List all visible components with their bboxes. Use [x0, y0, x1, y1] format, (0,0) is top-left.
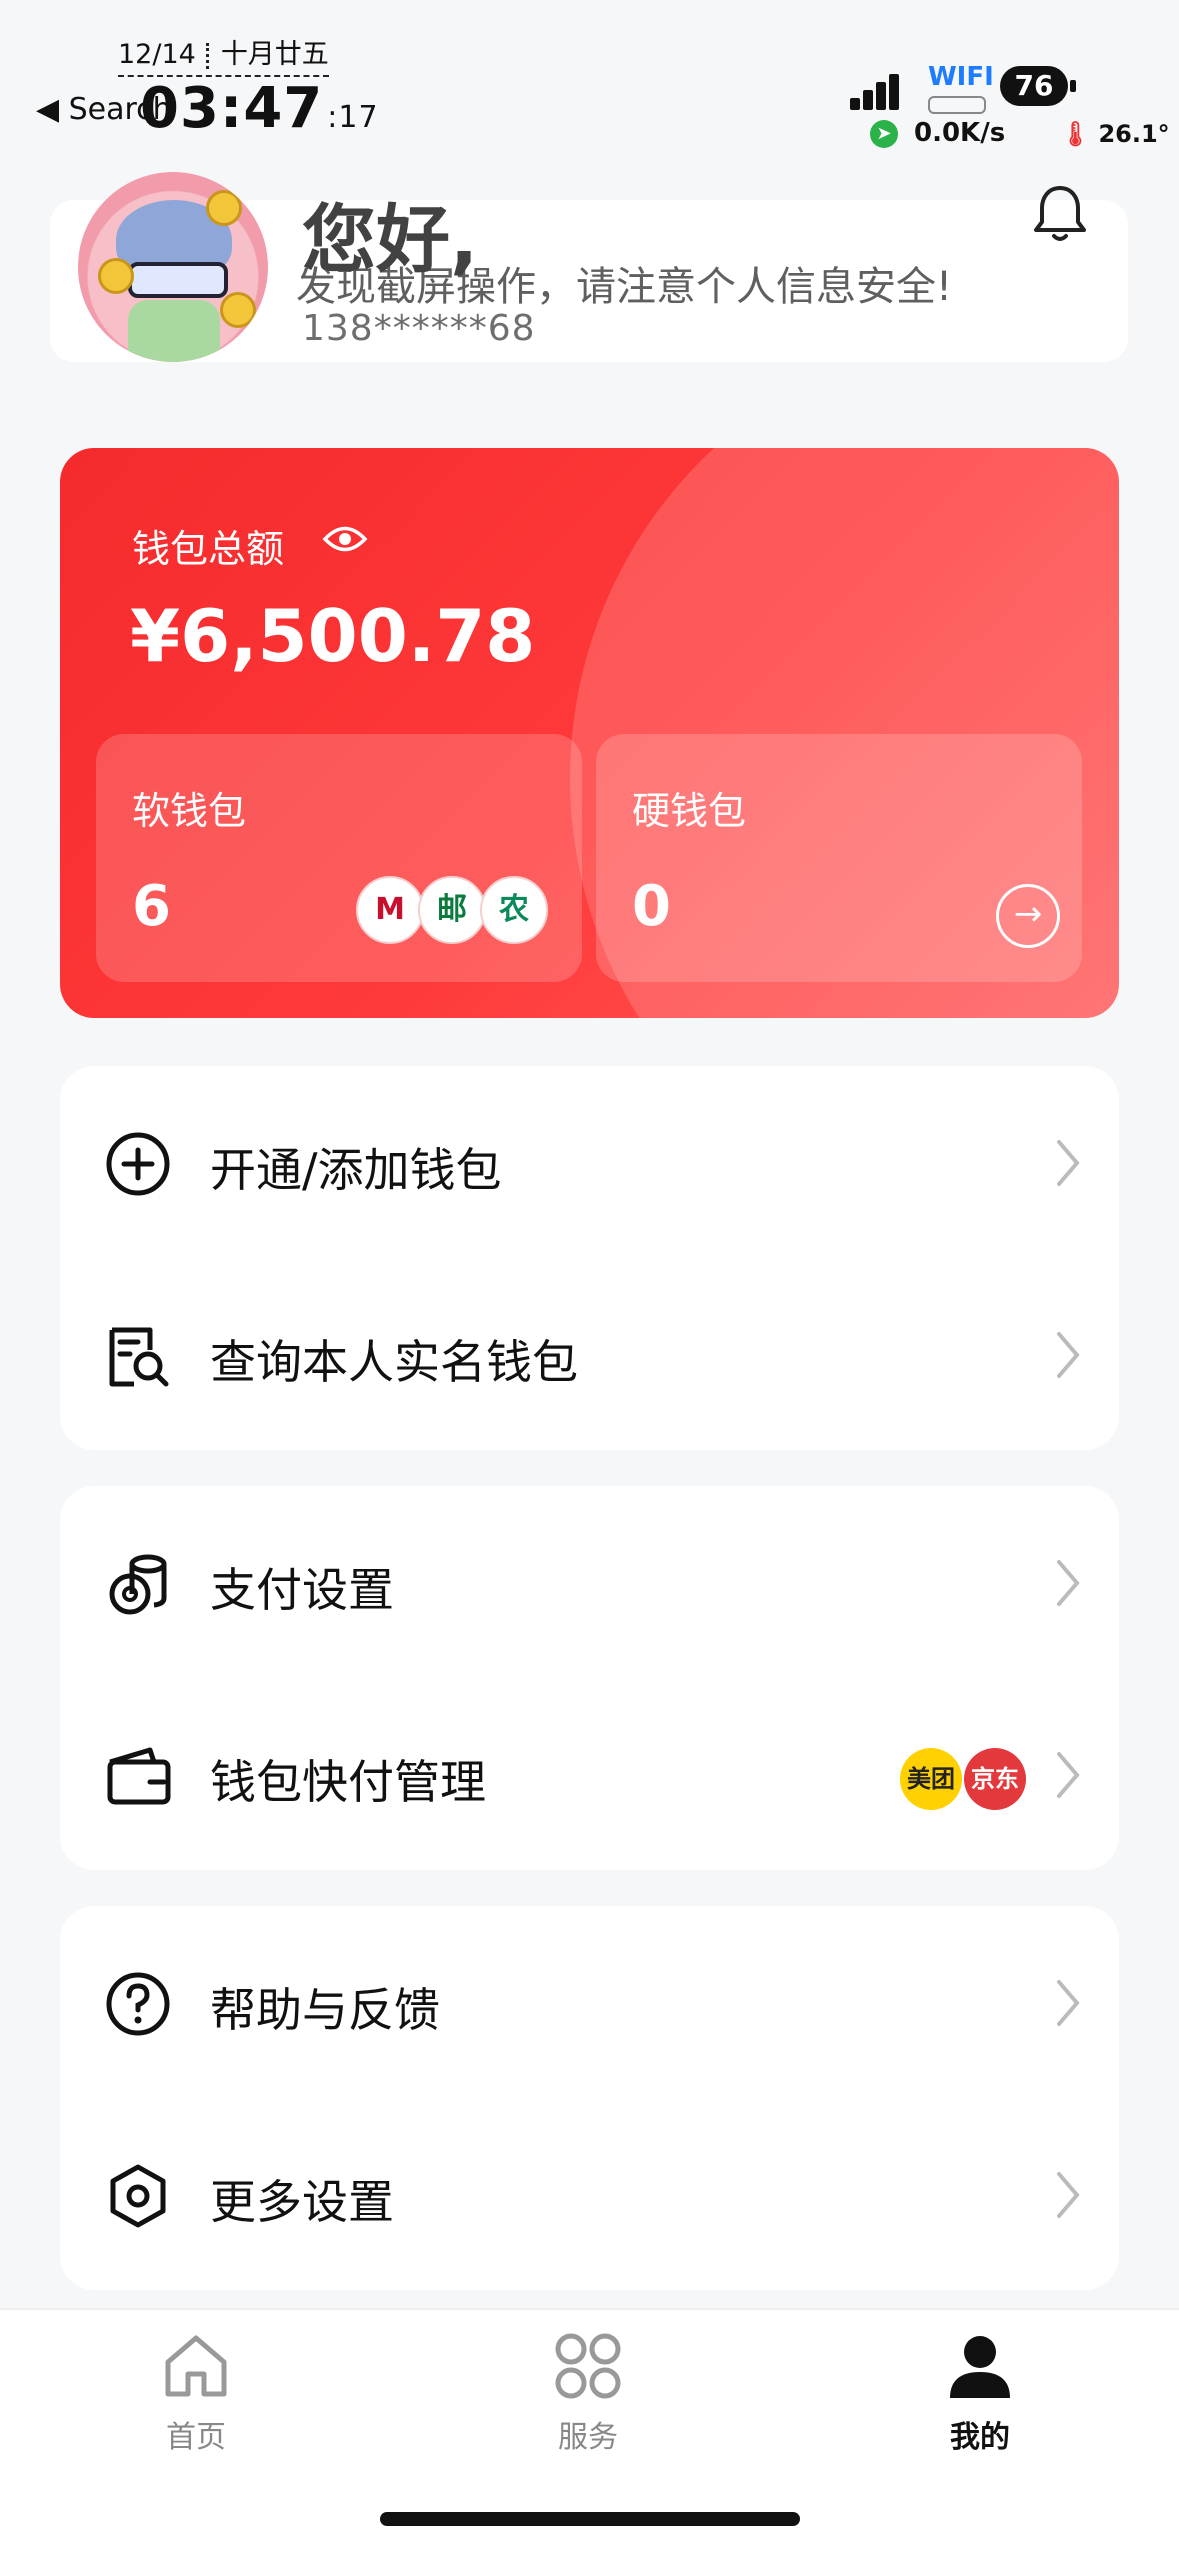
apps-icon — [555, 2333, 621, 2399]
thermometer-icon: 🌡 — [1060, 120, 1091, 148]
menu-item-label: 支付设置 — [210, 1563, 394, 1617]
menu-item-label: 钱包快付管理 — [210, 1755, 486, 1809]
cmb-bank-icon: M — [356, 876, 424, 944]
menu-item-label: 帮助与反馈 — [210, 1983, 440, 2037]
wifi-indicator-icon — [928, 96, 986, 114]
wallet-icon — [107, 1747, 171, 1805]
wifi-label: WIFI — [928, 62, 994, 92]
tab-mine[interactable]: 我的 — [880, 2330, 1080, 2470]
masked-phone-number: 138******68 — [302, 308, 536, 349]
clock-seconds: :17 — [327, 100, 379, 135]
wallet-actions-card: 开通/添加钱包 查询本人实名钱包 — [60, 1066, 1119, 1450]
person-icon — [950, 2336, 1010, 2398]
tab-label: 我的 — [950, 2420, 1010, 2455]
chevron-right-icon — [1057, 1752, 1080, 1798]
tab-home[interactable]: 首页 — [96, 2330, 296, 2470]
temperature: 🌡 26.1° — [1060, 120, 1170, 148]
home-icon — [165, 2335, 227, 2397]
notification-bell-icon[interactable] — [1032, 184, 1088, 244]
network-speed: ➤ 0.0K/s — [870, 118, 1005, 148]
temperature-text: 26.1° — [1098, 120, 1170, 148]
date-display: 12/14 十月廿五 — [118, 32, 329, 77]
battery-icon: 76 — [1000, 66, 1076, 106]
lunar-date-text: 十月廿五 — [220, 39, 329, 70]
coins-icon — [109, 1554, 167, 1615]
chevron-right-icon — [1057, 2172, 1080, 2218]
location-arrow-icon: ➤ — [870, 119, 898, 148]
wallet-total-amount: ¥6,500.78 — [130, 594, 536, 678]
wallet-summary-card: 钱包总额 ¥6,500.78 软钱包 6 M 邮 农 硬钱包 0 → — [60, 448, 1119, 1018]
chevron-right-icon — [1057, 1140, 1080, 1186]
tab-label: 首页 — [166, 2420, 226, 2455]
menu-item-label: 更多设置 — [210, 2175, 394, 2229]
hard-wallet-tile[interactable]: 硬钱包 0 → — [596, 734, 1082, 982]
soft-wallet-count: 6 — [132, 874, 171, 939]
meituan-badge: 美团 — [900, 1748, 962, 1810]
help-settings-card: 帮助与反馈 更多设置 — [60, 1906, 1119, 2290]
search-document-icon — [109, 1327, 169, 1387]
jd-badge: 京东 — [964, 1748, 1026, 1810]
clock-time: 03:47 — [140, 76, 324, 141]
menu-item-more-settings[interactable]: 更多设置 — [60, 2098, 1119, 2288]
soft-wallet-label: 软钱包 — [132, 789, 247, 833]
menu-item-quick-pay[interactable]: 钱包快付管理 美团 京东 — [60, 1678, 1119, 1868]
arrow-right-circle-icon[interactable]: → — [996, 884, 1060, 948]
menu-item-label: 开通/添加钱包 — [210, 1143, 502, 1197]
soft-wallet-tile[interactable]: 软钱包 6 M 邮 农 — [96, 734, 582, 982]
signal-icon — [850, 74, 900, 110]
agri-bank-icon: 农 — [480, 876, 548, 944]
menu-item-add-wallet[interactable]: 开通/添加钱包 — [60, 1066, 1119, 1256]
menu-item-help[interactable]: 帮助与反馈 — [60, 1906, 1119, 2096]
menu-item-query-wallet[interactable]: 查询本人实名钱包 — [60, 1258, 1119, 1448]
avatar[interactable] — [78, 172, 268, 362]
tab-services[interactable]: 服务 — [488, 2330, 688, 2470]
wallet-total-label: 钱包总额 — [132, 527, 285, 571]
home-indicator[interactable] — [380, 2512, 800, 2526]
hard-wallet-count: 0 — [632, 874, 671, 939]
postal-bank-icon: 邮 — [418, 876, 486, 944]
menu-item-payment-settings[interactable]: 支付设置 — [60, 1486, 1119, 1676]
question-circle-icon — [106, 1972, 170, 2036]
date-text: 12/14 — [118, 39, 196, 70]
plus-circle-icon — [106, 1132, 170, 1196]
hard-wallet-label: 硬钱包 — [632, 789, 747, 833]
chevron-right-icon — [1057, 1560, 1080, 1606]
network-speed-text: 0.0K/s — [914, 118, 1006, 148]
settings-hexagon-icon — [110, 2164, 166, 2228]
menu-item-label: 查询本人实名钱包 — [210, 1335, 578, 1389]
bank-logos: M 邮 农 — [356, 876, 548, 944]
eye-icon[interactable] — [322, 520, 368, 558]
chevron-right-icon — [1057, 1332, 1080, 1378]
payment-settings-card: 支付设置 钱包快付管理 美团 京东 — [60, 1486, 1119, 1870]
clock: 03:47:17 — [140, 76, 379, 141]
status-bar: 12/14 十月廿五 ◀ Search 03:47:17 WIFI 76 ➤ 0.0… — [0, 0, 1179, 150]
screenshot-warning: 发现截屏操作，请注意个人信息安全! — [296, 264, 953, 310]
tab-label: 服务 — [558, 2420, 618, 2455]
chevron-right-icon — [1057, 1980, 1080, 2026]
